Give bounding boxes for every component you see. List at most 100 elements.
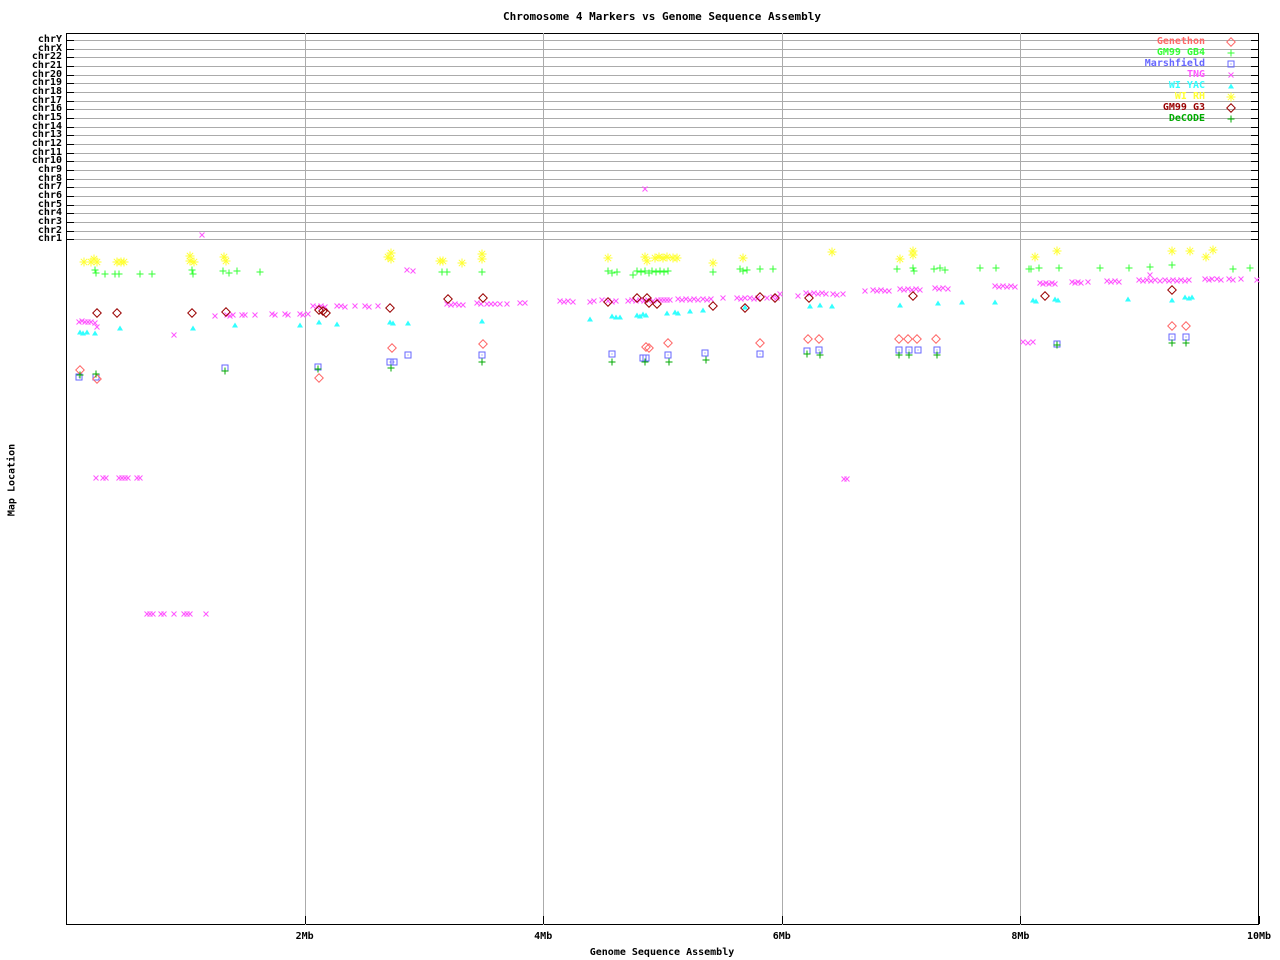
marker-gm99-gb4 [92, 269, 100, 277]
x-tick-label: 10Mb [1246, 931, 1272, 942]
legend-label-decode: DeCODE [1168, 113, 1205, 124]
marker-gm99-gb4 [136, 270, 144, 278]
axis-tick-right [1251, 92, 1259, 94]
x-tick-label: 2Mb [295, 931, 314, 942]
axis-tick-left [66, 118, 74, 120]
marker-decode [92, 370, 100, 378]
x-tick-label: 6Mb [772, 931, 791, 942]
marker-wi-rh [92, 257, 102, 267]
marker-wi-yac [807, 303, 813, 309]
marker-gm99-gb4 [1246, 264, 1254, 272]
marker-wi-yac [117, 325, 123, 331]
marker-wi-yac [617, 314, 623, 320]
plot-area [66, 33, 1259, 925]
marker-wi-rh [457, 258, 467, 268]
chr-gridline [66, 230, 1259, 232]
marker-wi-yac [587, 316, 593, 322]
marker-wi-yac [897, 302, 903, 308]
marker-wi-yac [190, 325, 196, 331]
mb-gridline [304, 33, 306, 925]
marker-wi-yac [1189, 294, 1195, 300]
axis-tick-right [1251, 222, 1259, 224]
axis-tick-left [66, 135, 74, 137]
axis-tick-bottom [543, 916, 545, 924]
axis-tick-right [1251, 83, 1259, 85]
marker-wi-yac [992, 299, 998, 305]
legend-label-wi-yac: WI YAC [1168, 80, 1205, 91]
marker-decode [895, 351, 903, 359]
boxdot-icon [1227, 60, 1235, 68]
marker-wi-rh [438, 256, 448, 266]
axis-tick-right [1251, 126, 1259, 128]
x-tick-label: 4Mb [534, 931, 553, 942]
marker-decode [816, 351, 824, 359]
marker-decode [905, 351, 913, 359]
chr-gridline [66, 144, 1259, 146]
axis-tick-left [66, 144, 74, 146]
star-icon [1226, 92, 1236, 102]
marker-marshfield [404, 351, 412, 359]
marker-decode [702, 356, 710, 364]
chart-title: Chromosome 4 Markers vs Genome Sequence … [503, 10, 821, 23]
axis-tick-right [1251, 239, 1259, 241]
marker-decode [387, 364, 395, 372]
axis-tick-bottom [781, 916, 783, 924]
chr-gridline [66, 161, 1259, 163]
axis-tick-right [1251, 213, 1259, 215]
chart: Chromosome 4 Markers vs Genome Sequence … [0, 0, 1280, 960]
axis-tick-bottom [304, 916, 306, 924]
marker-decode [1182, 339, 1190, 347]
marker-decode [76, 371, 84, 379]
marker-gm99-gb4 [1096, 264, 1104, 272]
marker-gm99-gb4 [115, 270, 123, 278]
marker-marshfield [664, 351, 672, 359]
marker-gm99-gb4 [225, 269, 233, 277]
marker-gm99-gb4 [941, 266, 949, 274]
marker-wi-yac [405, 320, 411, 326]
marker-gm99-gb4 [148, 270, 156, 278]
marker-decode [608, 358, 616, 366]
marker-wi-rh [895, 254, 905, 264]
legend-label-genethon: Genethon [1156, 36, 1205, 47]
marker-decode [933, 351, 941, 359]
axis-tick-left [66, 239, 74, 241]
marker-wi-yac [829, 303, 835, 309]
marker-decode [803, 350, 811, 358]
chr-gridline [66, 196, 1259, 198]
marker-wi-rh [708, 258, 718, 268]
marker-gm99-gb4 [976, 264, 984, 272]
mb-gridline [543, 33, 545, 925]
marker-wi-yac [817, 302, 823, 308]
marker-gm99-gb4 [233, 267, 241, 275]
marker-gm99-gb4 [709, 268, 717, 276]
chr-gridline [66, 170, 1259, 172]
axis-tick-left [66, 126, 74, 128]
axis-tick-bottom [1259, 916, 1260, 924]
axis-tick-bottom [1020, 916, 1022, 924]
marker-gm99-gb4 [256, 268, 264, 276]
marker-gm99-gb4 [1027, 265, 1035, 273]
axis-tick-left [66, 152, 74, 154]
marker-wi-yac [935, 300, 941, 306]
marker-wi-yac [1125, 296, 1131, 302]
marker-gm99-gb4 [992, 264, 1000, 272]
axis-tick-left [66, 196, 74, 198]
marker-wi-yac [700, 307, 706, 313]
marker-wi-yac [687, 308, 693, 314]
axis-tick-left [66, 178, 74, 180]
axis-tick-left [66, 66, 74, 67]
marker-wi-yac [643, 312, 649, 318]
marker-wi-yac [664, 310, 670, 316]
marker-marshfield [701, 349, 709, 357]
axis-tick-left [66, 109, 74, 111]
marker-wi-rh [603, 253, 613, 263]
marker-wi-yac [316, 319, 322, 325]
axis-tick-left [66, 57, 74, 59]
marker-gm99-gb4 [189, 270, 197, 278]
x-tick-label: 8Mb [1011, 931, 1030, 942]
axis-tick-right [1251, 66, 1259, 67]
axis-tick-left [66, 230, 74, 232]
legend-label-gm99-g3: GM99 G3 [1162, 102, 1205, 113]
axis-tick-right [1251, 161, 1259, 163]
marker-wi-rh [672, 253, 682, 263]
